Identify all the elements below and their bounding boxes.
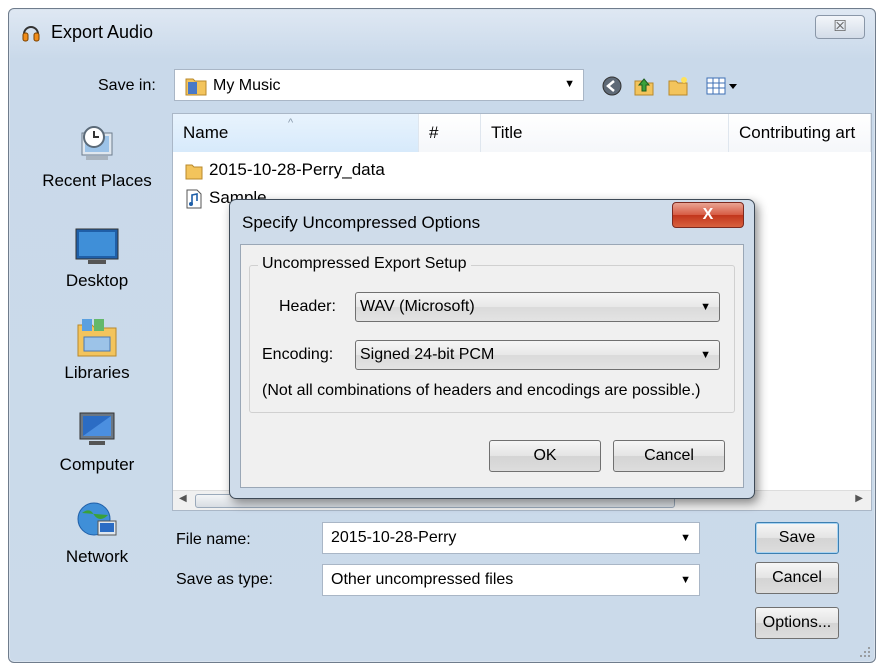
dialog-cancel-button[interactable]: Cancel <box>613 440 725 472</box>
place-label: Desktop <box>65 271 129 290</box>
save-in-dropdown[interactable]: My Music ▼ <box>174 69 584 101</box>
close-icon: ☒ <box>833 18 847 35</box>
title-bar[interactable]: Export Audio ☒ <box>9 9 875 55</box>
place-label: Computer <box>59 455 135 474</box>
save-in-value: My Music <box>213 77 281 94</box>
column-header-label: Name <box>183 123 229 142</box>
save-as-type-label: Save as type: <box>176 571 273 588</box>
chevron-down-icon: ▼ <box>680 574 691 586</box>
export-setup-group: Uncompressed Export Setup Header: WAV (M… <box>249 255 735 413</box>
scroll-left-icon[interactable]: ◀ <box>179 493 187 504</box>
column-header-name[interactable]: ^ Name <box>173 114 419 152</box>
save-as-type-value: Other uncompressed files <box>331 571 514 588</box>
file-name: 2015-10-28-Perry_data <box>209 160 385 179</box>
views-menu-icon[interactable] <box>705 75 739 97</box>
place-desktop[interactable]: Desktop <box>27 223 167 291</box>
save-as-type-dropdown[interactable]: Other uncompressed files ▼ <box>322 564 700 596</box>
place-network[interactable]: Network <box>27 499 167 567</box>
resize-grip-icon[interactable] <box>859 646 871 658</box>
place-libraries[interactable]: Libraries <box>27 315 167 383</box>
column-header-contributing-artists[interactable]: Contributing art <box>729 114 871 152</box>
new-folder-icon[interactable] <box>667 75 689 97</box>
compatibility-note: (Not all combinations of headers and enc… <box>262 382 701 399</box>
place-computer[interactable]: Computer <box>27 407 167 475</box>
place-label: Libraries <box>64 363 130 382</box>
dialog-close-button[interactable]: X <box>672 202 744 228</box>
column-header-label: # <box>429 123 439 142</box>
place-recent-places[interactable]: Recent Places <box>27 123 167 191</box>
place-label: Recent Places <box>42 171 152 190</box>
header-value: WAV (Microsoft) <box>360 298 475 315</box>
dialog-body: Uncompressed Export Setup Header: WAV (M… <box>240 244 744 488</box>
music-folder-icon <box>185 78 207 96</box>
chevron-down-icon[interactable]: ▼ <box>680 523 691 553</box>
encoding-value: Signed 24-bit PCM <box>360 346 495 363</box>
place-label: Network <box>65 547 129 566</box>
column-header-title[interactable]: Title <box>481 114 729 152</box>
window-title: Export Audio <box>51 22 154 42</box>
column-header-label: Title <box>491 123 523 142</box>
encoding-dropdown[interactable]: Signed 24-bit PCM ▼ <box>355 340 720 370</box>
group-label: Uncompressed Export Setup <box>258 255 471 273</box>
file-name-value: 2015-10-28-Perry <box>331 529 457 546</box>
save-in-label: Save in: <box>98 77 156 94</box>
cancel-button[interactable]: Cancel <box>755 562 839 594</box>
column-header-label: Contributing art <box>739 123 856 142</box>
close-button[interactable]: ☒ <box>815 15 865 39</box>
ok-button[interactable]: OK <box>489 440 601 472</box>
headphones-icon <box>22 26 40 42</box>
computer-icon <box>79 412 115 445</box>
audio-file-icon <box>186 189 202 209</box>
dialog-title: Specify Uncompressed Options <box>242 213 481 232</box>
save-button[interactable]: Save <box>755 522 839 554</box>
folder-icon <box>185 164 203 180</box>
header-dropdown[interactable]: WAV (Microsoft) ▼ <box>355 292 720 322</box>
network-icon <box>77 502 117 536</box>
chevron-down-icon: ▼ <box>700 301 711 313</box>
sort-ascending-icon: ^ <box>288 117 294 129</box>
uncompressed-options-dialog: Specify Uncompressed Options X Uncompres… <box>229 199 755 499</box>
places-bar: Recent Places Desktop Libraries Computer… <box>27 109 167 614</box>
scroll-right-icon[interactable]: ▶ <box>855 493 863 504</box>
encoding-label: Encoding: <box>262 346 334 363</box>
chevron-down-icon: ▼ <box>700 349 711 361</box>
header-label: Header: <box>279 298 336 315</box>
desktop-icon <box>75 228 119 264</box>
list-item[interactable]: 2015-10-28-Perry_data <box>185 160 385 186</box>
recent-places-icon <box>81 126 113 160</box>
back-icon[interactable] <box>601 75 623 97</box>
close-icon: X <box>702 206 714 223</box>
libraries-icon <box>77 319 117 357</box>
file-name-input[interactable]: 2015-10-28-Perry ▼ <box>322 522 700 554</box>
chevron-down-icon: ▼ <box>564 78 575 90</box>
file-name-label: File name: <box>176 531 251 548</box>
column-header-number[interactable]: # <box>419 114 481 152</box>
up-folder-icon[interactable] <box>633 75 655 97</box>
options-button[interactable]: Options... <box>755 607 839 639</box>
